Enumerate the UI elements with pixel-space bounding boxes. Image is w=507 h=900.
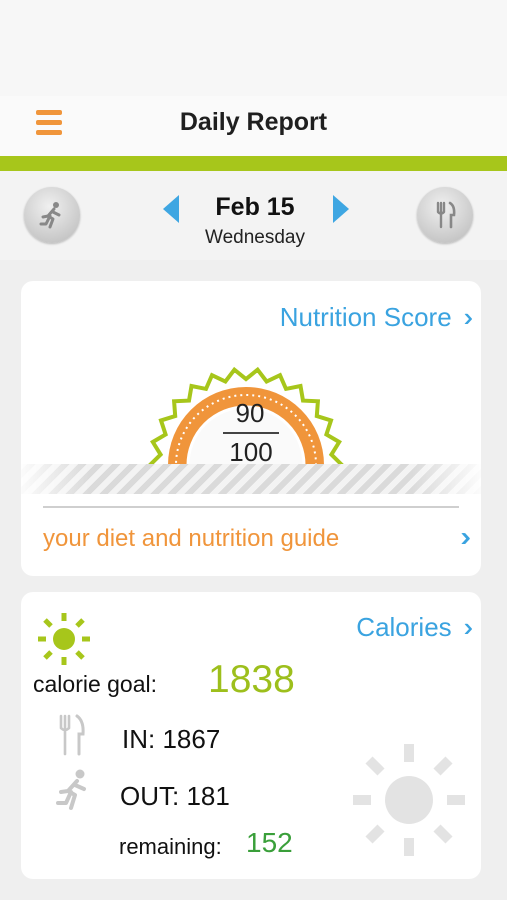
sun-icon <box>353 744 465 856</box>
food-button[interactable] <box>417 187 473 243</box>
calorie-goal-value: 1838 <box>208 658 295 701</box>
next-day-arrow[interactable] <box>333 195 349 223</box>
nutrition-score-card: Nutrition Score ›› 90 100 your diet and n… <box>21 281 481 576</box>
page-title: Daily Report <box>179 108 328 136</box>
running-person-icon <box>39 202 61 229</box>
accent-divider <box>0 156 507 171</box>
nutrition-score-link[interactable]: Nutrition Score ›› <box>279 302 476 333</box>
nutrition-guide-link[interactable]: your diet and nutrition guide <box>43 525 339 553</box>
calorie-goal-label: calorie goal: <box>33 671 158 697</box>
current-weekday: Wednesday <box>205 227 305 248</box>
calories-out: OUT: 181 <box>120 781 230 811</box>
running-person-icon <box>56 769 86 810</box>
score-fraction-line <box>223 432 279 434</box>
double-chevron-right-icon: ›› <box>463 302 476 332</box>
calories-label: Calories <box>356 612 452 642</box>
date-navigation: Feb 15 Wednesday <box>0 171 507 260</box>
fork-knife-icon <box>436 201 456 229</box>
nutrition-score-label: Nutrition Score <box>279 302 452 332</box>
calories-card: Calories ›› calorie goal: 1838 IN: 1867 O… <box>21 592 481 879</box>
sun-icon <box>38 613 90 665</box>
remaining-label: remaining: <box>119 834 222 859</box>
previous-day-arrow[interactable] <box>163 195 179 223</box>
current-date: Feb 15 <box>215 193 295 221</box>
calories-in: IN: 1867 <box>122 724 221 754</box>
remaining-value: 152 <box>246 827 293 858</box>
card-divider <box>43 506 459 508</box>
double-chevron-right-icon: ›› <box>463 612 476 642</box>
fork-knife-icon <box>59 714 85 756</box>
top-nav-bar: Daily Report <box>0 96 507 156</box>
score-value: 90 <box>235 398 265 428</box>
double-chevron-right-icon[interactable]: ›› <box>460 521 470 553</box>
calories-link[interactable]: Calories ›› <box>356 612 476 643</box>
exercise-button[interactable] <box>24 187 80 243</box>
status-bar <box>0 0 507 96</box>
